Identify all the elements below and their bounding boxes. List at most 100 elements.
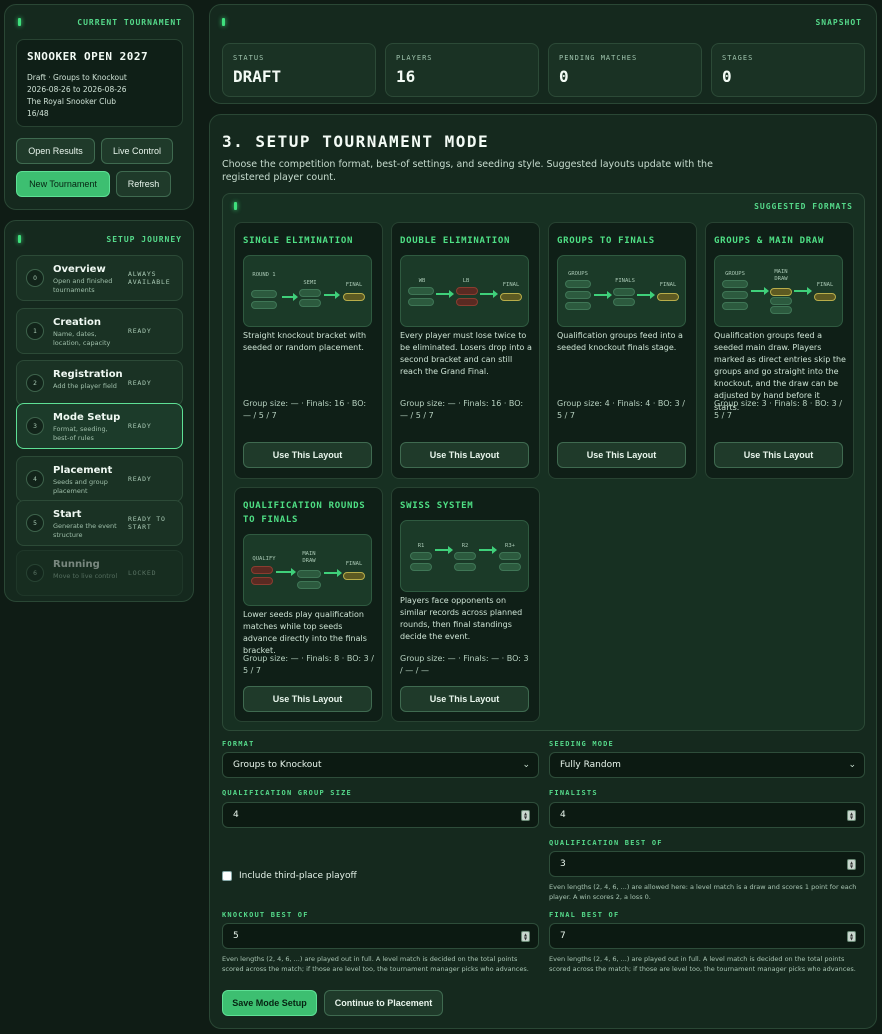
stat-value: 0 bbox=[722, 67, 732, 86]
format-meta: Group size: — · Finals: 16 · BO: — / 5 /… bbox=[400, 399, 524, 420]
use-this-layout-button[interactable]: Use This Layout bbox=[400, 686, 529, 712]
diagram-match-pill bbox=[408, 287, 434, 295]
diagram-stage-label: GROUPS bbox=[725, 271, 745, 277]
spinner-icon[interactable]: ▲ ▼ bbox=[847, 931, 856, 942]
arrow-right-icon bbox=[794, 287, 812, 295]
knockout-best-of-input[interactable]: 5 ▲ ▼ bbox=[222, 923, 539, 949]
final-best-of-input[interactable]: 7 ▲ ▼ bbox=[549, 923, 865, 949]
qualification-group-size-value: 4 bbox=[233, 810, 239, 820]
diagram-match-pill bbox=[297, 570, 321, 578]
spinner-icon[interactable]: ▲ ▼ bbox=[521, 931, 530, 942]
spinner-icon[interactable]: ▲ ▼ bbox=[521, 810, 530, 821]
step-name: Overview bbox=[53, 264, 106, 275]
bracket-diagram: ROUND 1 SEMI FINAL bbox=[243, 255, 372, 327]
spinner-icon[interactable]: ▲ ▼ bbox=[847, 859, 856, 870]
diagram-match-pill bbox=[565, 291, 591, 299]
stat-label: STATUS bbox=[233, 54, 265, 62]
save-mode-setup-button[interactable]: Save Mode Setup bbox=[222, 990, 317, 1016]
bracket-diagram: QUALIFY MAIN DRAW FINAL bbox=[243, 534, 372, 606]
diagram-match-pill bbox=[770, 306, 792, 314]
new-tournament-button[interactable]: New Tournament bbox=[16, 171, 110, 197]
stat-players: PLAYERS 16 bbox=[385, 43, 539, 97]
live-control-button[interactable]: Live Control bbox=[101, 138, 173, 164]
finalists-input[interactable]: 4 ▲ ▼ bbox=[549, 802, 865, 828]
snapshot-panel: SNAPSHOT STATUS DRAFT PLAYERS 16 PENDING M… bbox=[209, 4, 877, 104]
arrow-right-icon bbox=[594, 291, 612, 299]
step-number: 4 bbox=[26, 470, 44, 488]
diagram-match-pill bbox=[408, 298, 434, 306]
diagram-match-pill bbox=[456, 287, 478, 295]
third-place-label[interactable]: Include third-place playoff bbox=[239, 871, 357, 881]
diagram-stage-label: R2 bbox=[461, 543, 469, 549]
diagram-stage-label: MAIN DRAW bbox=[774, 269, 788, 282]
journey-step-registration[interactable]: 2 Registration Add the player field READY bbox=[16, 360, 183, 406]
stat-label: STAGES bbox=[722, 54, 754, 62]
diagram-label: LB bbox=[458, 278, 474, 285]
journey-step-start[interactable]: 5 Start Generate the event structure READY … bbox=[16, 500, 183, 546]
diagram-match-pill bbox=[251, 301, 277, 309]
format-meta: Group size: — · Finals: — · BO: 3 / — / … bbox=[400, 654, 529, 675]
format-title: SWISS SYSTEM bbox=[400, 501, 474, 511]
step-number: 3 bbox=[26, 417, 44, 435]
journey-step-overview[interactable]: 0 Overview Open and finished tournaments AL… bbox=[16, 255, 183, 301]
format-description: Every player must lose twice to be elimi… bbox=[400, 331, 532, 376]
stat-value: 0 bbox=[559, 67, 569, 86]
diagram-label: FINAL bbox=[657, 282, 679, 289]
diagram-stage-label: GROUPS bbox=[568, 271, 588, 277]
diagram-label: MAIN DRAW bbox=[296, 551, 322, 565]
diagram-match-pill bbox=[343, 293, 365, 301]
mode-setup-panel: 3. SETUP TOURNAMENT MODE Choose the comp… bbox=[209, 114, 877, 1029]
diagram-stage-label: ROUND 1 bbox=[252, 272, 276, 278]
diagram-label: WB bbox=[415, 278, 429, 285]
arrow-right-icon bbox=[324, 569, 342, 577]
seeding-mode-select[interactable]: Fully Random ⌄ bbox=[549, 752, 865, 778]
use-this-layout-button[interactable]: Use This Layout bbox=[243, 686, 372, 712]
spinner-icon[interactable]: ▲ ▼ bbox=[847, 810, 856, 821]
snapshot-kicker: SNAPSHOT bbox=[815, 18, 862, 27]
refresh-button[interactable]: Refresh bbox=[116, 171, 171, 197]
diagram-stage-label: FINAL bbox=[502, 282, 520, 288]
diagram-label: FINALS bbox=[612, 278, 638, 285]
step-status: READY bbox=[128, 327, 152, 335]
tournament-format-line: Draft · Groups to Knockout bbox=[27, 73, 127, 82]
diagram-match-pill bbox=[770, 288, 792, 296]
step-number: 5 bbox=[26, 514, 44, 532]
third-place-checkbox[interactable] bbox=[222, 871, 232, 881]
step-status: READY bbox=[128, 422, 152, 430]
use-this-layout-button[interactable]: Use This Layout bbox=[400, 442, 529, 468]
diagram-stage-label: FINAL bbox=[345, 282, 363, 288]
qualification-best-of-label: QUALIFICATION BEST OF bbox=[549, 839, 663, 847]
diagram-match-pill bbox=[814, 293, 836, 301]
stat-value: DRAFT bbox=[233, 67, 282, 86]
arrow-right-icon bbox=[282, 293, 298, 301]
step-description: Add the player field bbox=[53, 382, 117, 390]
suggested-formats-kicker: SUGGESTED FORMATS bbox=[754, 202, 853, 211]
knockout-best-of-value: 5 bbox=[233, 931, 239, 941]
diagram-match-pill bbox=[410, 563, 432, 571]
step-name: Creation bbox=[53, 317, 101, 328]
finalists-label: FINALISTS bbox=[549, 789, 598, 797]
qualification-group-size-input[interactable]: 4 ▲ ▼ bbox=[222, 802, 539, 828]
arrow-right-icon bbox=[637, 291, 655, 299]
bracket-diagram: R1 R2 R3+ bbox=[400, 520, 529, 592]
qualification-best-of-input[interactable]: 3 ▲ ▼ bbox=[549, 851, 865, 877]
use-this-layout-button[interactable]: Use This Layout bbox=[557, 442, 686, 468]
step-name: Placement bbox=[53, 465, 113, 476]
diagram-match-pill bbox=[343, 572, 365, 580]
diagram-stage-label: LB bbox=[462, 278, 470, 284]
status-led bbox=[18, 18, 21, 26]
journey-step-creation[interactable]: 1 Creation Name, dates, location, capacity… bbox=[16, 308, 183, 354]
format-meta: Group size: 4 · Finals: 4 · BO: 3 / 5 / … bbox=[557, 399, 685, 420]
open-results-button[interactable]: Open Results bbox=[16, 138, 95, 164]
continue-to-placement-button[interactable]: Continue to Placement bbox=[324, 990, 443, 1016]
journey-step-mode-setup[interactable]: 3 Mode Setup Format, seeding, best-of rule… bbox=[16, 403, 183, 449]
step-number: 6 bbox=[26, 564, 44, 582]
use-this-layout-button[interactable]: Use This Layout bbox=[714, 442, 843, 468]
tournament-summary-card: SNOOKER OPEN 2027 Draft · Groups to Knoc… bbox=[16, 39, 183, 127]
use-this-layout-button[interactable]: Use This Layout bbox=[243, 442, 372, 468]
journey-step-placement[interactable]: 4 Placement Seeds and group placement READY bbox=[16, 456, 183, 502]
step-number: 2 bbox=[26, 374, 44, 392]
diagram-match-pill bbox=[613, 298, 635, 306]
arrow-right-icon bbox=[480, 290, 498, 298]
format-select[interactable]: Groups to Knockout ⌄ bbox=[222, 752, 539, 778]
